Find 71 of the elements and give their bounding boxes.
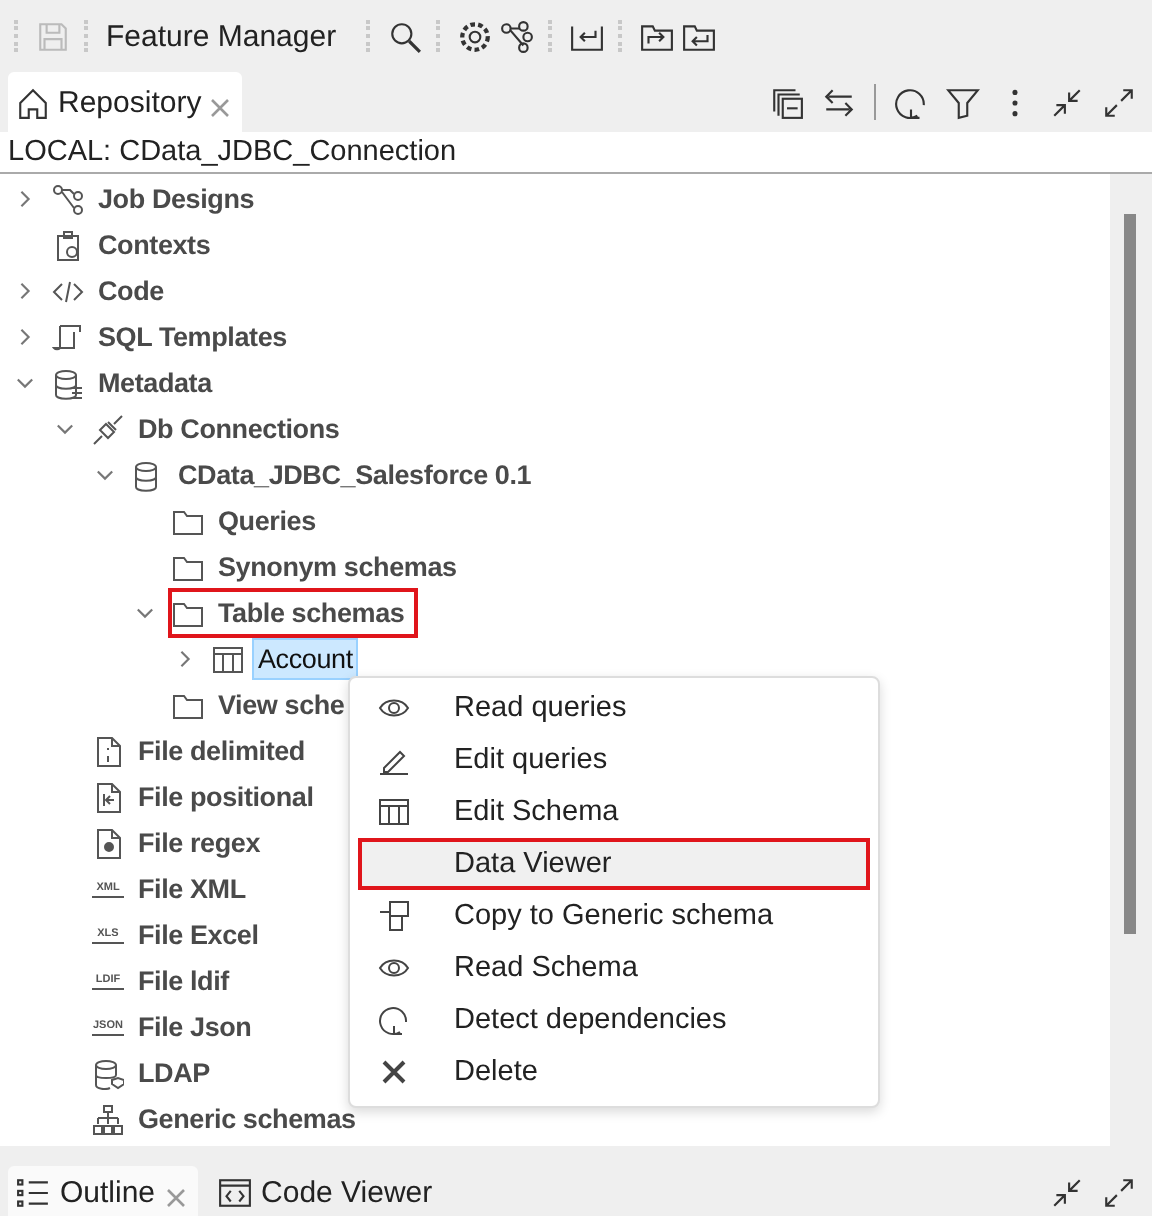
- database-icon: [92, 1057, 124, 1089]
- tree-item[interactable]: SQL Templates: [92, 316, 293, 358]
- repository-path: LOCAL: CData_JDBC_Connection: [0, 132, 1152, 174]
- folder-icon: [172, 597, 204, 629]
- tree-item[interactable]: Queries: [212, 500, 322, 542]
- menu-item[interactable]: Edit queries: [358, 734, 870, 786]
- close-icon[interactable]: [165, 1188, 186, 1208]
- tree-item[interactable]: Contexts: [92, 224, 217, 266]
- table-icon: [212, 643, 244, 675]
- folder-icon: [172, 689, 204, 721]
- tree-item[interactable]: Account: [252, 638, 359, 680]
- database-icon: [52, 367, 84, 399]
- menu-item[interactable]: Detect dependencies: [358, 994, 870, 1046]
- menu-item[interactable]: Data Viewer: [358, 838, 870, 890]
- refresh-icon[interactable]: [894, 85, 928, 119]
- folder-export-icon[interactable]: [640, 19, 675, 53]
- toolbar-title: Feature Manager: [106, 19, 337, 53]
- clipboard-icon: [52, 229, 84, 261]
- tree-item[interactable]: Db Connections: [132, 408, 346, 450]
- tree-item[interactable]: File regex: [132, 822, 267, 864]
- menu-item[interactable]: Read Schema: [358, 942, 870, 994]
- tree-item[interactable]: LDAP: [132, 1052, 216, 1094]
- folder-import-icon[interactable]: [682, 19, 717, 53]
- folder-icon: [172, 551, 204, 583]
- view-tab[interactable]: Code Viewer: [209, 1166, 445, 1216]
- settings-icon[interactable]: [458, 19, 493, 53]
- nodes-icon: [52, 183, 84, 215]
- tree-item[interactable]: Job Designs: [92, 178, 261, 220]
- close-icon: [378, 1056, 410, 1088]
- tree-item[interactable]: File Json: [132, 1006, 258, 1048]
- code-window-icon: [217, 1175, 252, 1209]
- tree-item[interactable]: File positional: [132, 776, 320, 818]
- tree-item[interactable]: File Excel: [132, 914, 265, 956]
- table-icon: [378, 796, 410, 828]
- search-icon[interactable]: [388, 19, 423, 53]
- copy-icon: [378, 900, 410, 932]
- file-icon: [92, 781, 124, 813]
- menu-item[interactable]: Read queries: [358, 682, 870, 734]
- link-arrows-icon[interactable]: [822, 85, 856, 119]
- scroll-icon: [52, 321, 84, 353]
- hierarchy-icon: [92, 1103, 124, 1135]
- tree-item[interactable]: Table schemas: [212, 592, 411, 634]
- home-icon: [16, 85, 50, 119]
- plug-icon: [92, 413, 124, 445]
- tree-item[interactable]: File delimited: [132, 730, 311, 772]
- file-icon: [92, 827, 124, 859]
- repository-tab[interactable]: Repository: [8, 72, 242, 132]
- nodes-icon[interactable]: [500, 19, 535, 53]
- maximize-icon[interactable]: [1102, 85, 1136, 119]
- minimize-icon[interactable]: [1050, 85, 1084, 119]
- folder-icon: [172, 505, 204, 537]
- tree-item[interactable]: CData_JDBC_Salesforce 0.1: [172, 454, 538, 496]
- maximize-icon[interactable]: [1102, 1175, 1136, 1209]
- tree-item[interactable]: Synonym schemas: [212, 546, 463, 588]
- menu-item[interactable]: Delete: [358, 1046, 870, 1098]
- tree-item[interactable]: View sche: [212, 684, 351, 726]
- collapse-all-icon[interactable]: [770, 85, 804, 119]
- menu-item[interactable]: Edit Schema: [358, 786, 870, 838]
- view-tab[interactable]: Outline: [8, 1166, 198, 1216]
- tree-item[interactable]: Code: [92, 270, 170, 312]
- list-icon: [16, 1175, 50, 1209]
- close-icon[interactable]: [209, 98, 230, 118]
- refresh-icon: [378, 1004, 410, 1036]
- tree-item[interactable]: File XML: [132, 868, 252, 910]
- tree-item[interactable]: Metadata: [92, 362, 218, 404]
- filter-icon[interactable]: [946, 85, 980, 119]
- menu-item[interactable]: Copy to Generic schema: [358, 890, 870, 942]
- tree-item[interactable]: Generic schemas: [132, 1098, 362, 1140]
- minimize-icon[interactable]: [1050, 1175, 1084, 1209]
- tree-item[interactable]: File ldif: [132, 960, 235, 1002]
- file-icon: [92, 735, 124, 767]
